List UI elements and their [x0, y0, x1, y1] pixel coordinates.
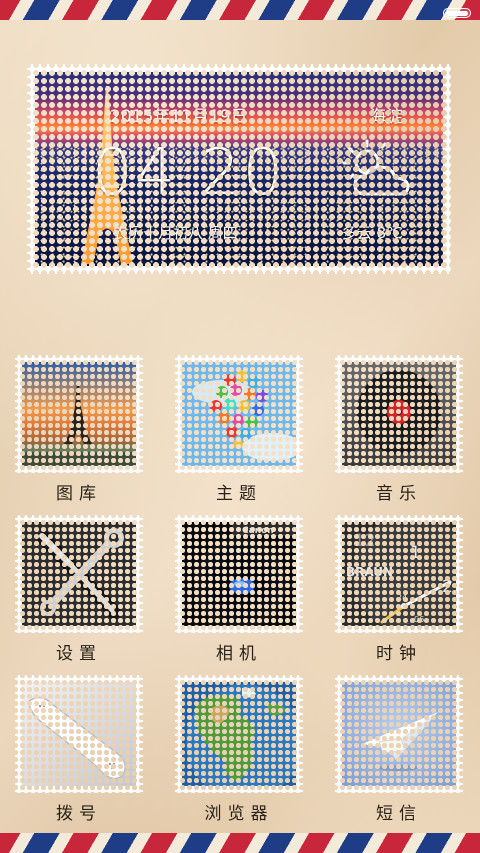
camera-stamp: Canon	[175, 515, 303, 633]
clock-icon: 12 1 2 BRAUN 24 06	[342, 522, 456, 626]
camera-icon: Canon	[182, 522, 296, 626]
messages-stamp	[335, 675, 463, 793]
phone-icon	[22, 682, 136, 786]
widget-date: 2015年11月19日	[110, 107, 248, 127]
browser-stamp	[175, 675, 303, 793]
airmail-border-top	[0, 0, 480, 20]
app-camera[interactable]: Canon 相机	[175, 515, 303, 665]
settings-stamp	[15, 515, 143, 633]
app-theme[interactable]: 主题	[175, 355, 303, 505]
partly-cloudy-icon	[342, 139, 410, 196]
app-label-theme: 主题	[216, 484, 262, 504]
browser-icon	[182, 682, 296, 786]
app-music[interactable]: 音乐	[335, 355, 463, 505]
messages-icon	[342, 682, 456, 786]
theme-icon	[182, 362, 296, 466]
camera-brand: Canon	[242, 526, 274, 536]
widget-time: 04 20	[92, 136, 286, 210]
widget-weather: 多云 8℃	[341, 224, 403, 242]
theme-stamp	[175, 355, 303, 473]
clock-stamp: 12 1 2 BRAUN 24 06	[335, 515, 463, 633]
phone-stamp	[15, 675, 143, 793]
app-label-gallery: 图库	[56, 484, 102, 504]
app-label-settings: 设置	[56, 644, 102, 664]
music-icon	[342, 362, 456, 466]
airmail-border-bottom	[0, 833, 480, 853]
settings-icon	[22, 522, 136, 626]
clock-weather-widget[interactable]: 2015年11月19日 海淀 04 20 农历十月初八 周四 多云 8℃	[27, 64, 451, 274]
clock-digit-12: 12	[354, 531, 376, 551]
app-phone[interactable]: 拨号	[15, 675, 143, 825]
app-messages[interactable]: 短信	[335, 675, 463, 825]
app-label-music: 音乐	[376, 484, 422, 504]
battery-level	[446, 10, 468, 16]
app-label-clock: 时钟	[376, 644, 422, 664]
app-browser[interactable]: 浏览器	[175, 675, 303, 825]
gallery-stamp	[15, 355, 143, 473]
app-label-phone: 拨号	[56, 804, 102, 824]
app-label-messages: 短信	[376, 804, 422, 824]
app-clock[interactable]: 12 1 2 BRAUN 24 06 时钟	[335, 515, 463, 665]
music-stamp	[335, 355, 463, 473]
clock-brand: BRAUN	[346, 565, 393, 579]
clock-digit-1: 1	[410, 543, 421, 563]
widget-location: 海淀	[369, 107, 403, 127]
widget-background-photo: 2015年11月19日 海淀 04 20 农历十月初八 周四 多云 8℃	[35, 72, 443, 266]
app-gallery[interactable]: 图库	[15, 355, 143, 505]
widget-lunar-date: 农历十月初八 周四	[113, 224, 238, 242]
battery-icon	[443, 8, 471, 18]
app-label-camera: 相机	[216, 644, 262, 664]
clock-digit-24: 24	[397, 593, 407, 602]
app-label-browser: 浏览器	[204, 804, 274, 824]
gallery-icon	[22, 362, 136, 466]
app-settings[interactable]: 设置	[15, 515, 143, 665]
